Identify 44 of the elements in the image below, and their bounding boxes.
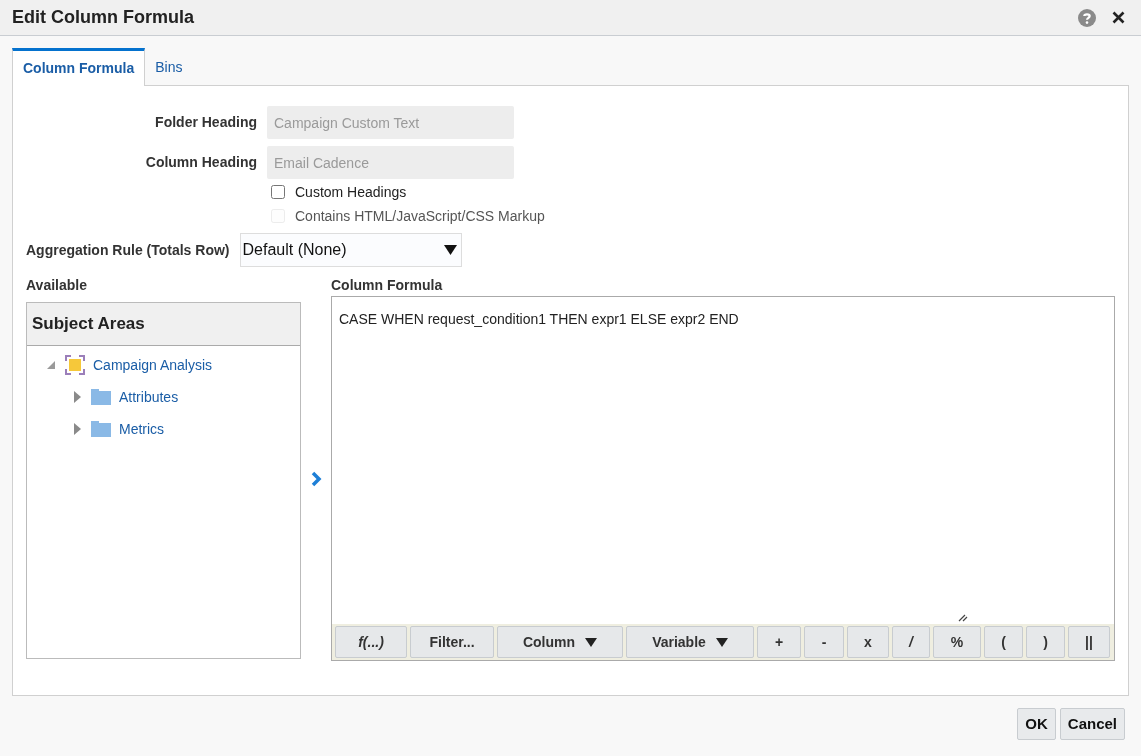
folder-icon [91,389,111,405]
field-label: Folder Heading [154,113,257,132]
folder-icon [91,421,111,437]
formula-button[interactable]: % [933,626,981,658]
field-label: Aggregation Rule (Totals Row) [26,240,230,260]
dropdown[interactable]: Default (None) [239,233,462,267]
dialog-button[interactable]: OK [1017,708,1056,740]
tree-item[interactable]: Attributes [119,386,179,408]
formula-button[interactable]: Filter... [410,626,494,658]
menu-button[interactable]: Column [497,626,623,658]
dialog-button[interactable]: Cancel [1059,708,1125,740]
caret-icon [443,245,457,255]
formula-button[interactable]: x [847,626,889,658]
formula-button[interactable]: / [892,626,930,658]
tree-item[interactable]: Campaign Analysis [93,354,213,376]
formula-text: CASE WHEN request_condition1 THEN expr1 ELSE expr2 END [339,311,739,327]
formula-button[interactable]: f(...) [335,626,407,658]
tree-item[interactable]: Metrics [119,418,165,440]
formula-button[interactable]: ) [1026,626,1065,658]
menu-button[interactable]: Variable [626,626,754,658]
panel-header: Subject Areas [32,313,145,336]
formula-button[interactable]: || [1068,626,1110,658]
checkbox[interactable] [271,185,285,199]
formula-button[interactable]: + [757,626,801,658]
dialog-title: Edit Column Formula [12,6,194,29]
field-label: Column Heading [144,153,257,172]
checkbox-label: Custom Headings [295,182,407,202]
section-label: Column Formula [331,276,444,293]
collapsed-triangle-icon[interactable] [73,423,81,435]
tab[interactable]: Column Formula [12,48,146,86]
formula-editor[interactable]: CASE WHEN request_condition1 THEN expr1 ELSE expr2 END f(...) Filter... Column Variable + - x / % ( ) || [331,296,1115,661]
help-icon[interactable] [1078,8,1096,27]
caret-icon [585,637,598,647]
resize-handle-icon[interactable] [958,614,968,622]
formula-button[interactable]: - [804,626,844,658]
section-label: Available [26,276,88,293]
subject-area-icon [65,355,85,375]
close-icon[interactable] [1112,11,1125,24]
expanded-triangle-icon[interactable] [46,360,56,370]
tab[interactable]: Bins [145,48,193,86]
formula-button[interactable]: ( [984,626,1023,658]
checkbox-label: Contains HTML/JavaScript/CSS Markup [295,206,545,226]
collapsed-triangle-icon[interactable] [73,391,81,403]
caret-icon [715,637,728,647]
